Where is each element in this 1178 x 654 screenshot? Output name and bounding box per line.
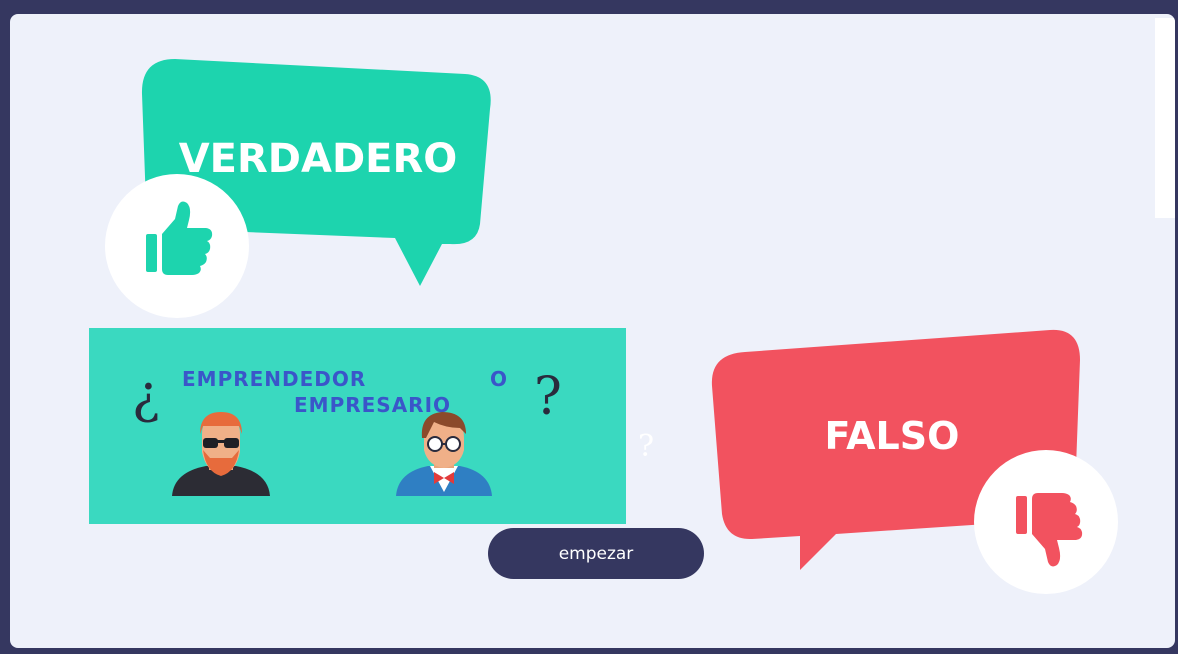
banner-connector: O — [490, 367, 508, 391]
banner-close-question-mark: ? — [534, 367, 562, 427]
emprendedor-empresario-banner: ¿ EMPRENDEDOR O EMPRESARIO ? — [89, 328, 626, 524]
stray-question-mark: ? — [638, 429, 654, 464]
thumbs-up-badge — [105, 174, 249, 318]
banner-word-emprendedor: EMPRENDEDOR — [182, 367, 366, 391]
verdadero-label: VERDADERO — [179, 136, 458, 182]
falso-label: FALSO — [825, 414, 960, 458]
banner-open-question-mark: ¿ — [132, 365, 160, 425]
quiz-stage: VERDADERO ¿ EMPRENDEDOR O EMPRESARIO ? ?… — [10, 14, 1175, 648]
banner-word-empresario: EMPRESARIO — [294, 393, 451, 417]
empezar-button[interactable]: empezar — [488, 528, 704, 579]
thumbs-down-badge — [974, 450, 1118, 594]
